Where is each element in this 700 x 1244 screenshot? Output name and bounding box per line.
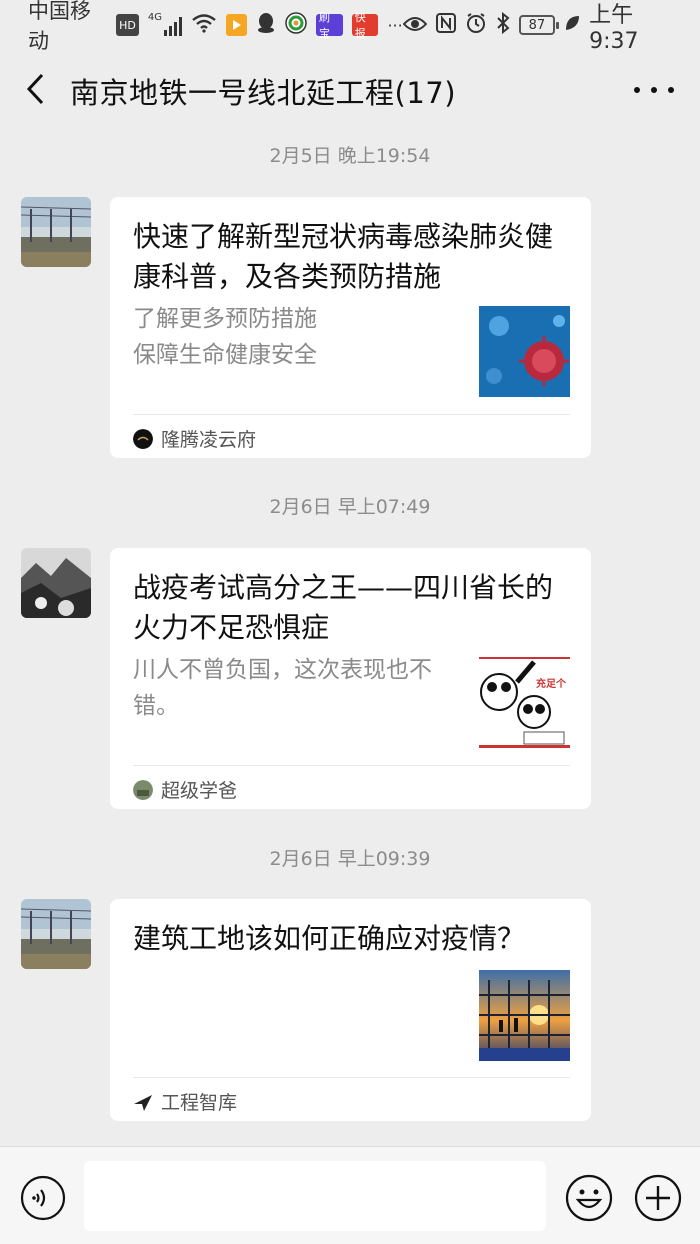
back-arrow-icon <box>25 73 45 109</box>
emoji-button[interactable] <box>565 1174 613 1222</box>
article-title: 快速了解新型冠状病毒感染肺炎健康科普，及各类预防措施 <box>133 220 554 293</box>
article-description: 了解更多预防措施 保障生命健康安全 <box>133 306 317 368</box>
video-app-icon <box>225 14 247 36</box>
clock-time: 上午9:37 <box>589 2 639 54</box>
chat-title: 南京地铁一号线北延工程(17) <box>70 76 457 110</box>
message-timestamp: 2月6日 早上09:39 <box>269 848 431 870</box>
source-logo-icon <box>133 428 153 449</box>
avatar[interactable] <box>21 899 91 969</box>
avatar[interactable] <box>21 548 91 618</box>
input-bar <box>0 1146 700 1244</box>
plus-icon <box>634 1174 682 1226</box>
article-title: 战疫考试高分之王——四川省长的火力不足恐惧症 <box>133 571 554 644</box>
signal-icon: 4G <box>147 12 182 36</box>
article-source: 工程智库 <box>133 1088 237 1115</box>
more-dot-icon <box>634 87 640 93</box>
hd-badge: HD <box>116 14 139 36</box>
message-timestamp: 2月6日 早上07:49 <box>269 496 431 518</box>
avatar[interactable] <box>21 197 91 267</box>
more-dot-icon <box>668 87 674 93</box>
construction-site-image <box>479 970 570 1061</box>
shuabao-icon: 刷宝 <box>315 11 343 40</box>
article-card[interactable]: 建筑工地该如何正确应对疫情？ 工程智库 <box>110 899 591 1121</box>
source-name: 隆腾凌云府 <box>161 429 257 451</box>
wifi-icon <box>191 13 217 38</box>
article-source: 超级学爸 <box>133 776 237 803</box>
status-bar: 中国移动 HD 4G 刷宝 快报 ··· 87 上午9:37 <box>0 0 700 54</box>
source-logo-icon <box>133 1092 153 1112</box>
bluetooth-icon <box>496 11 510 39</box>
chat-header: 南京地铁一号线北延工程(17) <box>0 50 700 132</box>
more-dot-icon <box>651 87 657 93</box>
more-notifications-icon: ··· <box>387 15 403 35</box>
more-options-button[interactable] <box>634 78 674 102</box>
browser-icon <box>285 11 307 39</box>
source-logo-icon <box>133 779 153 800</box>
carrier-label: 中国移动 <box>28 0 91 53</box>
eye-icon <box>402 13 428 37</box>
source-name: 工程智库 <box>161 1092 238 1114</box>
article-title: 建筑工地该如何正确应对疫情？ <box>133 922 526 955</box>
article-description: 川人不曾负国，这次表现也不错。 <box>133 657 432 719</box>
emoji-icon <box>565 1174 613 1226</box>
leaf-icon <box>564 13 580 37</box>
back-button[interactable] <box>0 50 70 132</box>
kuaibao-icon: 快报 <box>351 11 379 40</box>
message-timestamp: 2月5日 晚上19:54 <box>269 145 431 167</box>
qq-icon <box>256 12 276 39</box>
panda-meme-image: 充足个 <box>479 657 570 748</box>
card-divider <box>133 414 570 415</box>
status-bar-left: 中国移动 HD 4G 刷宝 快报 ··· <box>28 0 403 55</box>
network-type-label: 4G <box>147 12 163 23</box>
more-functions-button[interactable] <box>634 1174 682 1222</box>
voice-icon <box>20 1175 66 1225</box>
message-input[interactable] <box>84 1161 546 1231</box>
article-card[interactable]: 快速了解新型冠状病毒感染肺炎健康科普，及各类预防措施 了解更多预防措施 保障生命… <box>110 197 591 458</box>
card-divider <box>133 765 570 766</box>
virus-image <box>479 306 570 397</box>
status-bar-right: 87 上午9:37 <box>402 0 678 54</box>
battery-icon: 87 <box>518 15 560 35</box>
article-source: 隆腾凌云府 <box>133 425 256 452</box>
alarm-icon <box>465 12 487 39</box>
article-card[interactable]: 战疫考试高分之王——四川省长的火力不足恐惧症 川人不曾负国，这次表现也不错。 充… <box>110 548 591 809</box>
meme-caption: 充足个 <box>536 679 566 690</box>
source-name: 超级学爸 <box>161 780 238 802</box>
card-divider <box>133 1077 570 1078</box>
voice-input-button[interactable] <box>20 1175 66 1221</box>
nfc-icon <box>435 12 456 38</box>
